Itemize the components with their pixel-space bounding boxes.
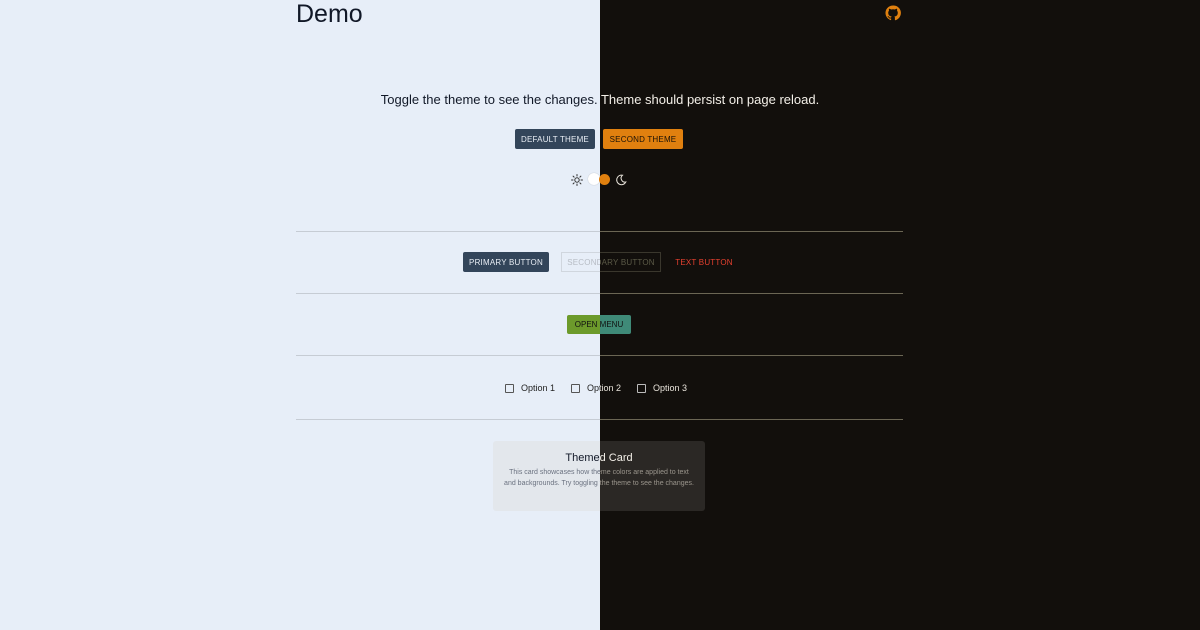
divider (296, 293, 600, 294)
secondary-button[interactable]: SECONDARY BUTTON SECONDARY BUTTON (561, 252, 661, 272)
divider (600, 419, 903, 420)
switch-thumb-dark (599, 174, 610, 185)
divider (296, 231, 600, 232)
checkbox-box[interactable] (637, 383, 646, 393)
theme-mode-switch[interactable] (588, 173, 610, 185)
primary-button[interactable]: PRIMARY BUTTON (463, 252, 549, 272)
checkbox-label: Option 3 (653, 383, 688, 393)
default-theme-button[interactable]: DEFAULT THEME (515, 129, 595, 149)
page-title: Demo (296, 0, 416, 28)
checkbox-option-1[interactable]: Option 1 (505, 382, 555, 394)
divider (296, 419, 600, 420)
themed-card: Themed Card This card showcases how them… (493, 441, 705, 511)
checkbox-label: Option 1 (521, 383, 556, 393)
checkbox-option-2[interactable]: Option 2 Option 2 (571, 382, 631, 394)
second-theme-button[interactable]: SECOND THEME (603, 129, 683, 149)
checkbox-box[interactable] (571, 383, 580, 393)
open-menu-button[interactable]: OPEN MENU OPEN MENU (567, 315, 631, 334)
sun-icon (571, 173, 583, 186)
text-button[interactable]: TEXT BUTTON (673, 252, 735, 272)
divider (600, 293, 903, 294)
checkbox-option-3[interactable]: Option 3 (637, 382, 687, 394)
page-title-text: Demo (296, 0, 363, 28)
divider (600, 355, 903, 356)
intro-text: Toggle the theme to see the changes. The… (300, 88, 900, 110)
divider (296, 355, 600, 356)
moon-icon (615, 173, 627, 186)
github-icon[interactable] (885, 5, 901, 21)
divider (600, 231, 903, 232)
checkbox-box[interactable] (505, 383, 514, 393)
